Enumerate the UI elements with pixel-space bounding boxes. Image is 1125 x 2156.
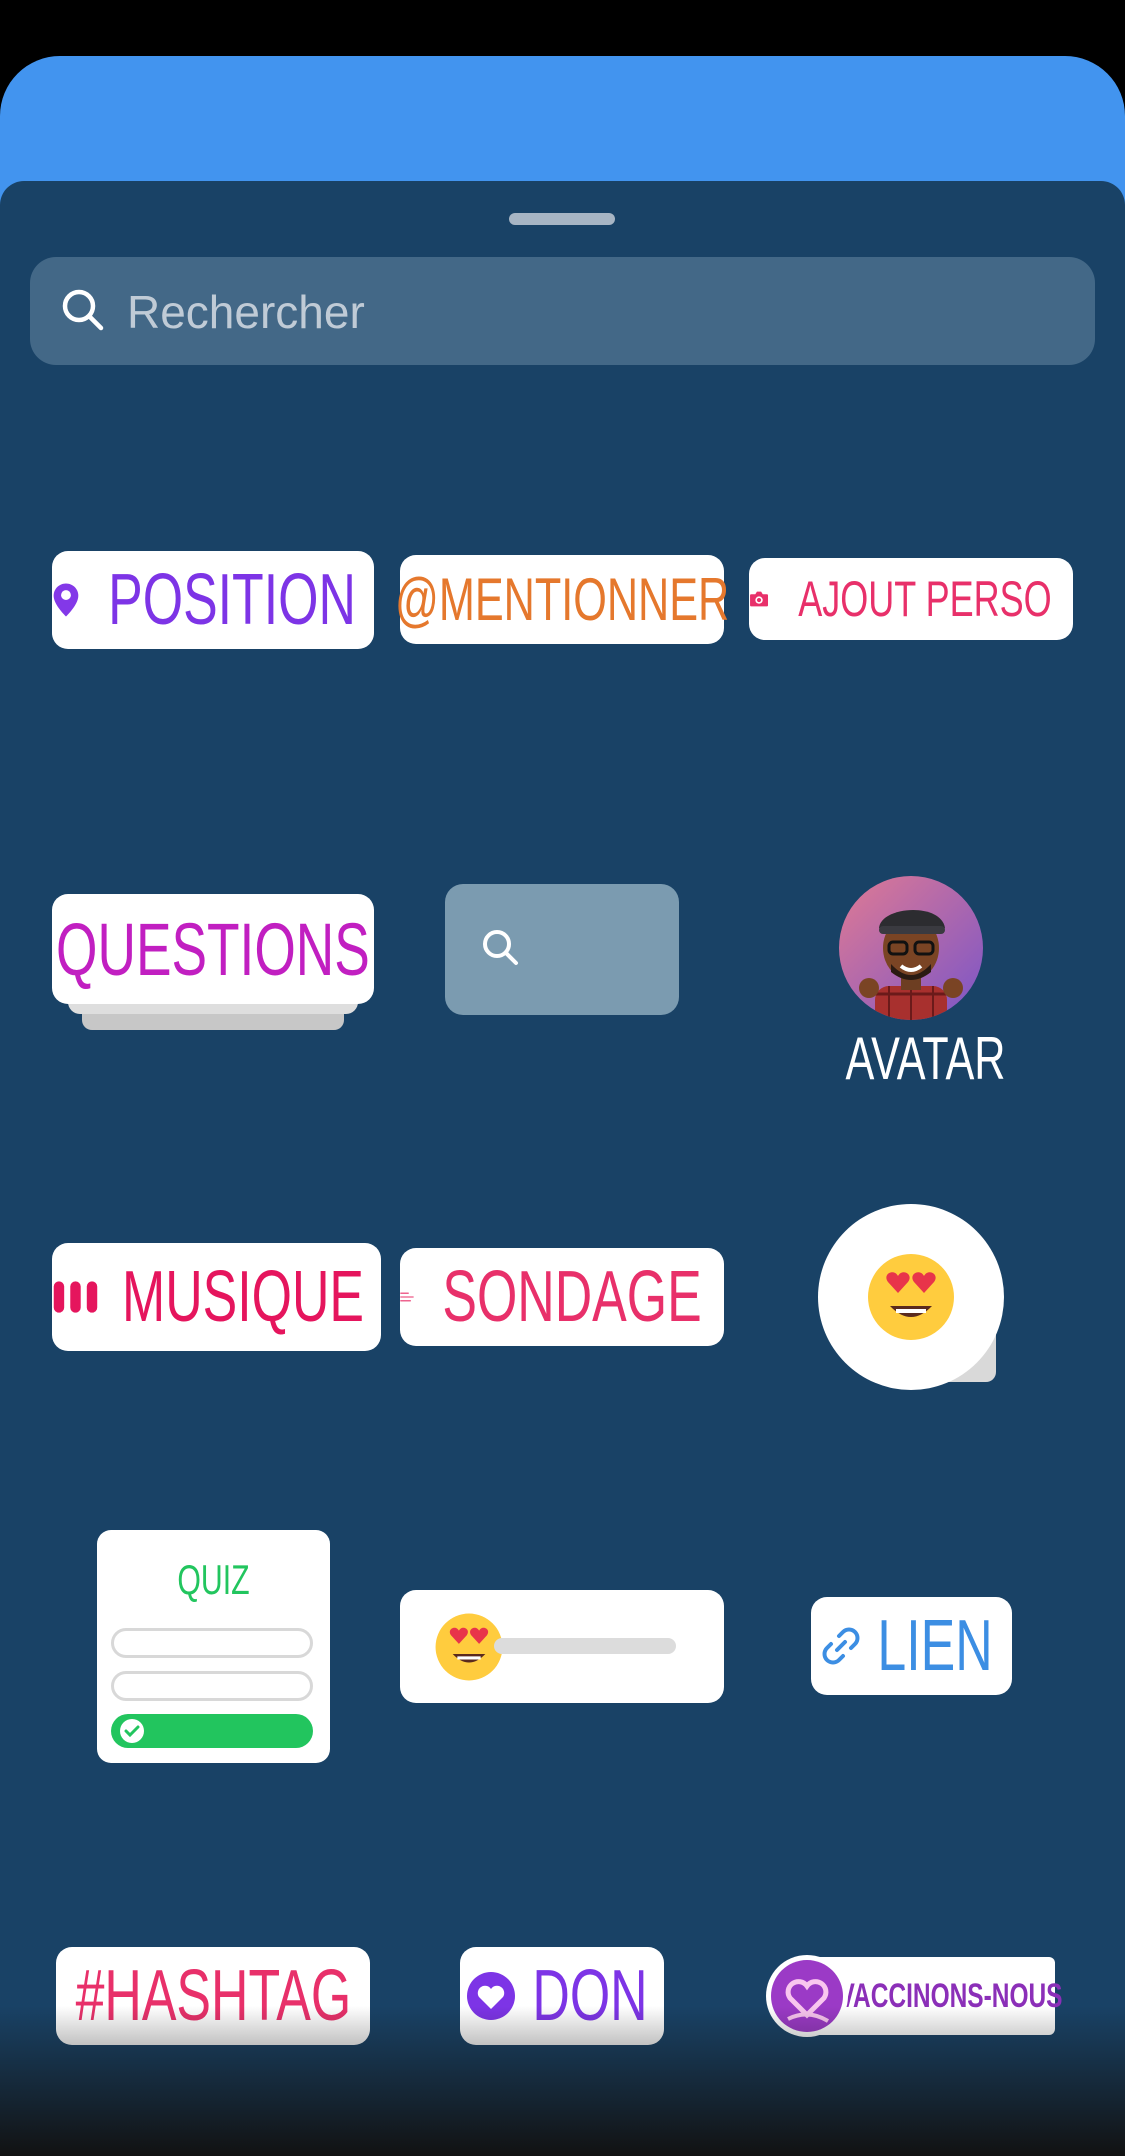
mention-sticker[interactable]: @MENTIONNER	[395, 555, 729, 644]
custom-add-label: AJOUT PERSO	[798, 571, 1052, 627]
avatar-image	[839, 876, 983, 1020]
mention-label: @MENTIONNER	[394, 566, 730, 633]
avatar-memoji-icon	[859, 909, 963, 1020]
quiz-option-correct	[111, 1714, 313, 1748]
camera-icon	[750, 591, 769, 607]
link-label: LIEN	[877, 1606, 994, 1686]
location-pin-icon	[53, 583, 79, 617]
heart-ribbon-icon	[771, 1960, 843, 2032]
gif-search-sticker[interactable]	[445, 884, 679, 1015]
search-bar[interactable]	[30, 257, 1095, 365]
avatar-label: AVATAR	[845, 1025, 1006, 1092]
poll-label: SONDAGE	[442, 1257, 702, 1337]
search-icon	[62, 289, 104, 331]
poll-lines-icon	[400, 1292, 414, 1302]
link-sticker[interactable]: LIEN	[811, 1597, 1012, 1695]
music-bars-icon	[53, 1281, 98, 1313]
quiz-label: QUIZ	[177, 1556, 250, 1603]
vaccine-label: VACCINONS-NOUS	[838, 1976, 1063, 2015]
quiz-sticker[interactable]: QUIZ	[97, 1530, 330, 1763]
checkmark-icon	[120, 1719, 144, 1743]
drag-handle[interactable]	[509, 213, 615, 225]
position-label: POSITION	[108, 560, 356, 640]
heart-circle-icon	[467, 1972, 515, 2020]
link-icon	[822, 1627, 860, 1665]
music-label: MUSIQUE	[122, 1257, 364, 1337]
hashtag-label: #HASHTAG	[75, 1956, 351, 2036]
donation-sticker[interactable]: DON	[460, 1947, 664, 2045]
hashtag-sticker[interactable]: #HASHTAG	[56, 1947, 370, 2045]
position-sticker[interactable]: POSITION	[52, 551, 374, 649]
questions-card: QUESTIONS	[52, 894, 374, 1004]
slider-track	[494, 1638, 676, 1654]
emoji-slider-sticker[interactable]	[400, 1590, 724, 1703]
search-input[interactable]	[125, 279, 1029, 345]
heart-eyes-emoji-icon	[868, 1254, 954, 1340]
questions-label: QUESTIONS	[56, 907, 370, 991]
donation-label: DON	[532, 1956, 648, 2036]
quiz-option-1	[111, 1628, 313, 1658]
poll-sticker[interactable]: SONDAGE	[400, 1248, 724, 1346]
vaccine-heart-badge	[766, 1955, 848, 2037]
emoji-reaction-sticker[interactable]	[818, 1204, 1008, 1394]
custom-add-sticker[interactable]: AJOUT PERSO	[749, 558, 1073, 640]
questions-sticker[interactable]: QUESTIONS	[52, 894, 374, 1042]
search-icon	[483, 930, 518, 965]
avatar-sticker[interactable]: AVATAR	[820, 876, 1006, 1092]
music-sticker[interactable]: MUSIQUE	[52, 1243, 381, 1351]
quiz-option-2	[111, 1671, 313, 1701]
vaccine-sticker[interactable]: VACCINONS-NOUS	[766, 1955, 1062, 2038]
sticker-tray: POSITION @MENTIONNER AJOUT PERSO QUESTIO…	[0, 181, 1125, 2156]
